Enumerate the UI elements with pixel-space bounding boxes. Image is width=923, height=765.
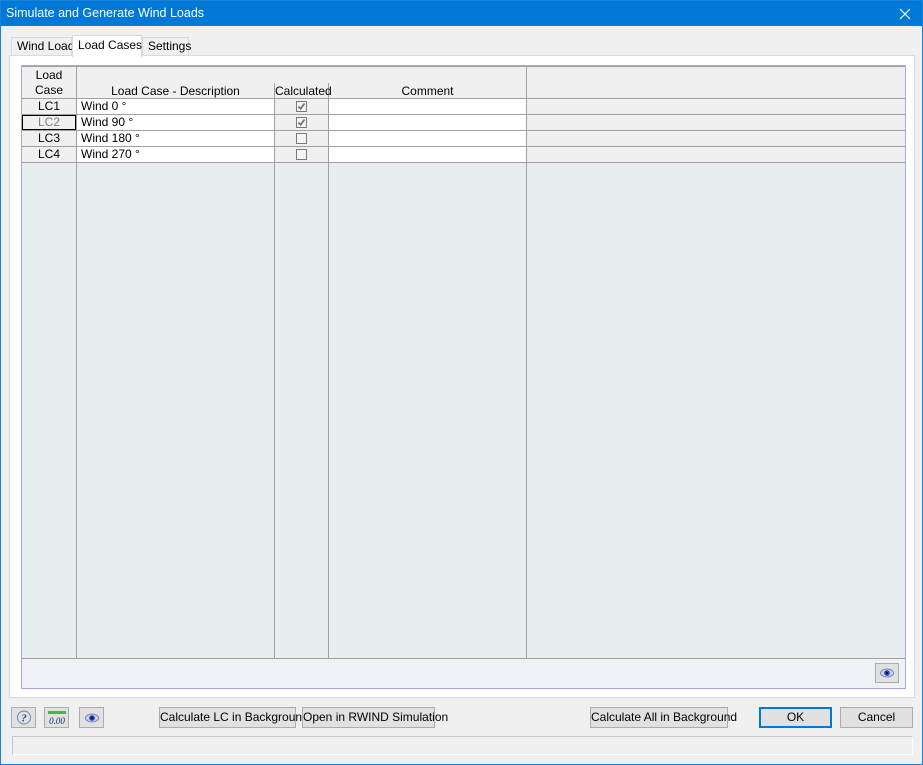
checkmark-icon <box>297 119 306 127</box>
table-header: Load Case No. Load Case - Description Ca… <box>22 66 905 112</box>
decimal-places-button[interactable]: 0.00 <box>44 707 69 728</box>
help-button[interactable]: ? <box>11 707 36 728</box>
cell-comment[interactable] <box>329 131 526 146</box>
tab-wind-load[interactable]: Wind Load <box>11 37 75 56</box>
cell-calculated <box>275 147 328 162</box>
cell-calculated <box>275 131 328 146</box>
tab-settings[interactable]: Settings <box>142 37 192 56</box>
cell-empty <box>527 115 905 130</box>
tab-label: Wind Load <box>17 39 75 53</box>
svg-text:?: ? <box>21 712 27 724</box>
load-cases-table: Load Case No. Load Case - Description Ca… <box>21 65 906 689</box>
cell-description[interactable]: Wind 0 ° <box>77 99 274 114</box>
load-cases-panel: Load Case No. Load Case - Description Ca… <box>9 55 915 698</box>
ok-button[interactable]: OK <box>759 707 832 728</box>
table-row[interactable]: LC3 Wind 180 ° <box>22 131 905 147</box>
cell-load-case-no[interactable]: LC4 <box>22 147 76 162</box>
tab-load-cases[interactable]: Load Cases <box>72 35 142 57</box>
checkmark-icon <box>297 103 306 111</box>
cell-description[interactable]: Wind 270 ° <box>77 147 274 162</box>
calculated-checkbox[interactable] <box>296 149 307 160</box>
calculate-lc-background-button[interactable]: Calculate LC in Background <box>159 707 309 728</box>
calculate-all-background-button[interactable]: Calculate All in Background <box>590 707 737 728</box>
svg-text:0.00: 0.00 <box>49 716 65 726</box>
table-row[interactable]: LC2 Wind 90 ° <box>22 115 905 131</box>
cell-load-case-no[interactable]: LC2 <box>22 115 76 130</box>
help-icon: ? <box>16 710 31 724</box>
decimal-places-icon: 0.00 <box>47 710 66 726</box>
table-view-button[interactable] <box>875 663 899 683</box>
eye-icon <box>880 668 894 678</box>
table-row[interactable]: LC1 Wind 0 ° <box>22 99 905 115</box>
cell-calculated <box>275 115 328 130</box>
cancel-button[interactable]: Cancel <box>840 707 913 728</box>
calculated-checkbox[interactable] <box>296 101 307 112</box>
cell-description[interactable]: Wind 90 ° <box>77 115 274 130</box>
cell-empty <box>527 99 905 114</box>
status-bar <box>12 736 913 755</box>
open-rwind-simulation-button[interactable]: Open in RWIND Simulation <box>302 707 448 728</box>
view-button[interactable] <box>79 707 104 728</box>
title-bar: Simulate and Generate Wind Loads <box>1 1 922 26</box>
eye-icon <box>84 713 99 722</box>
header-comment: Comment <box>401 84 454 98</box>
close-icon <box>899 8 911 19</box>
cell-load-case-no[interactable]: LC1 <box>22 99 76 114</box>
cell-comment[interactable] <box>329 99 526 114</box>
close-button[interactable] <box>888 1 922 26</box>
table-row[interactable]: LC4 Wind 270 ° <box>22 147 905 163</box>
cell-description[interactable]: Wind 180 ° <box>77 131 274 146</box>
header-calculated: Calculated <box>275 84 332 98</box>
cell-empty <box>527 131 905 146</box>
calculated-checkbox[interactable] <box>296 133 307 144</box>
tab-label: Load Cases <box>78 38 143 52</box>
cell-comment[interactable] <box>329 147 526 162</box>
calculated-checkbox[interactable] <box>296 117 307 128</box>
header-description: Load Case - Description <box>111 84 240 98</box>
cell-comment[interactable] <box>329 115 526 130</box>
cell-load-case-no[interactable]: LC3 <box>22 131 76 146</box>
tab-label: Settings <box>148 39 192 53</box>
table-body: Load Case No. Load Case - Description Ca… <box>22 66 905 659</box>
cell-empty <box>527 147 905 162</box>
dialog-window: Simulate and Generate Wind Loads Wind Lo… <box>0 0 923 765</box>
cell-calculated <box>275 99 328 114</box>
window-title: Simulate and Generate Wind Loads <box>6 6 205 20</box>
